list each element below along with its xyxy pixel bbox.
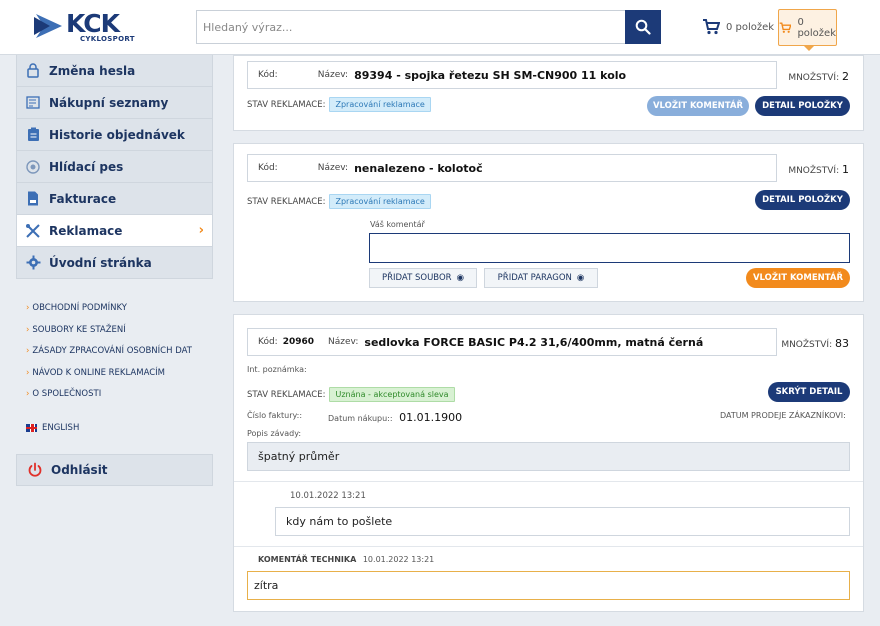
complaint-card-1: Kód: Název: 89394 - spojka řetezu SH SM-…: [233, 55, 864, 131]
uk-flag-icon: [26, 424, 37, 432]
quantity: MNOŽSTVÍ: 83: [781, 337, 849, 350]
sidebar-item-watchdog[interactable]: Hlídací pes: [16, 151, 213, 183]
status-badge: Zpracování reklamace: [329, 194, 431, 209]
defect-description: špatný průměr: [247, 442, 850, 471]
search-button[interactable]: [625, 10, 661, 44]
sidebar-item-label: Hlídací pes: [49, 159, 124, 174]
customer-message: kdy nám to pošlete: [275, 507, 850, 536]
logo-subtext: CYKLOSPORT: [80, 35, 135, 43]
invoice-number-label: Číslo faktury::: [247, 411, 303, 420]
cart-count: 0 položek: [726, 21, 775, 33]
complaint-status: STAV REKLAMACE: Uznána - akceptovaná sle…: [247, 387, 455, 402]
item-detail-button[interactable]: DETAIL POLOŽKY: [755, 190, 850, 210]
logo-mark-icon: [34, 14, 62, 38]
comment-label: Váš komentář: [370, 220, 425, 229]
sale-date-label: DATUM PRODEJE ZÁKAZNÍKOVI:: [720, 411, 846, 420]
cart-count: 0 položek: [797, 16, 836, 39]
link-privacy[interactable]: › ZÁSADY ZPRACOVÁNÍ OSOBNÍCH DAT: [26, 345, 216, 367]
product-code: 20960: [282, 337, 315, 347]
footer-links: › OBCHODNÍ PODMÍNKY › SOUBORY KE STAŽENÍ ›…: [26, 302, 216, 410]
purchase-date-label: Datum nákupu:: 01.01.1900: [328, 411, 463, 424]
gear-icon: [25, 255, 41, 271]
cart-link[interactable]: 0 položek: [702, 17, 774, 37]
sidebar: Změna hesla Nákupní seznamy Historie obj…: [16, 55, 213, 279]
link-online-complaints-guide[interactable]: › NÁVOD K ONLINE REKLAMACÍM: [26, 367, 216, 389]
product-box: Kód: 20960 Název: sedlovka FORCE BASIC P…: [247, 328, 777, 356]
link-terms[interactable]: › OBCHODNÍ PODMÍNKY: [26, 302, 216, 324]
status-badge: Uznána - akceptovaná sleva: [329, 387, 455, 402]
status-badge: Zpracování reklamace: [329, 97, 431, 112]
message-timestamp: 10.01.2022 13:21: [290, 491, 366, 501]
logout-button[interactable]: Odhlásit: [16, 454, 213, 486]
add-comment-button[interactable]: VLOŽIT KOMENTÁŘ: [746, 268, 850, 288]
sidebar-item-label: Nákupní seznamy: [49, 95, 169, 110]
complaint-status: STAV REKLAMACE: Zpracování reklamace: [247, 97, 431, 112]
cart-arrow: [804, 46, 814, 51]
cart-icon: [703, 19, 720, 35]
product-name: nenalezeno - kolotoč: [354, 161, 483, 175]
complaint-card-3: Kód: 20960 Název: sedlovka FORCE BASIC P…: [233, 314, 864, 612]
product-name: sedlovka FORCE BASIC P4.2 31,6/400mm, ma…: [364, 335, 704, 349]
logo[interactable]: KCK CYKLOSPORT: [34, 9, 135, 43]
product-name: 89394 - spojka řetezu SH SM-CN900 11 kol…: [354, 68, 627, 82]
item-detail-button[interactable]: DETAIL POLOŽKY: [755, 96, 850, 116]
complaint-card-2: Kód: Název: nenalezeno - kolotoč MNOŽSTV…: [233, 143, 864, 302]
list-add-icon: [25, 95, 41, 111]
invoice-icon: [25, 191, 41, 207]
sidebar-item-change-password[interactable]: Změna hesla: [16, 55, 213, 87]
sidebar-item-complaints[interactable]: Reklamace ›: [16, 215, 213, 247]
quantity: MNOŽSTVÍ: 2: [788, 70, 849, 83]
internal-note-label: Int. poznámka:: [247, 365, 307, 374]
watchdog-icon: [25, 159, 41, 175]
eye-icon: ◉: [576, 273, 585, 283]
defect-description-label: Popis závady:: [247, 429, 302, 438]
lock-icon: [25, 63, 41, 79]
language-english[interactable]: ENGLISH: [26, 423, 79, 433]
eye-icon: ◉: [456, 273, 464, 283]
cart-icon: [779, 21, 792, 33]
sidebar-item-invoicing[interactable]: Fakturace: [16, 183, 213, 215]
comment-textarea[interactable]: [369, 233, 850, 263]
sidebar-item-label: Historie objednávek: [49, 127, 185, 142]
chevron-right-icon: ›: [198, 223, 204, 238]
tools-icon: [25, 223, 41, 239]
purchase-date: 01.01.1900: [399, 411, 463, 424]
sidebar-item-shopping-lists[interactable]: Nákupní seznamy: [16, 87, 213, 119]
cart-button[interactable]: 0 položek: [778, 9, 837, 51]
clipboard-icon: [25, 127, 41, 143]
quantity: MNOŽSTVÍ: 1: [788, 163, 849, 176]
sidebar-item-label: Změna hesla: [49, 63, 136, 78]
add-file-button[interactable]: PŘIDAT SOUBOR ◉: [369, 268, 477, 288]
sidebar-item-order-history[interactable]: Historie objednávek: [16, 119, 213, 151]
search-bar: [196, 10, 661, 44]
header: KCK CYKLOSPORT 0 položek 0 položek: [0, 0, 880, 55]
link-downloads[interactable]: › SOUBORY KE STAŽENÍ: [26, 324, 216, 346]
sidebar-item-home[interactable]: Úvodní stránka: [16, 247, 213, 279]
product-box: Kód: Název: 89394 - spojka řetezu SH SM-…: [247, 61, 777, 89]
add-receipt-button[interactable]: PŘIDAT PARAGON ◉: [484, 268, 598, 288]
sidebar-item-label: Reklamace: [49, 223, 123, 238]
search-icon: [635, 19, 651, 35]
hide-detail-button[interactable]: SKRÝT DETAIL: [768, 382, 850, 402]
divider: [234, 546, 863, 547]
complaint-status: STAV REKLAMACE: Zpracování reklamace: [247, 194, 431, 209]
product-box: Kód: Název: nenalezeno - kolotoč: [247, 154, 777, 182]
sidebar-item-label: Fakturace: [49, 191, 117, 206]
search-input[interactable]: [197, 11, 627, 43]
power-icon: [28, 462, 42, 477]
logo-text: KCK: [66, 9, 120, 38]
add-comment-button[interactable]: VLOŽIT KOMENTÁŘ: [647, 96, 749, 116]
technician-comment: zítra: [247, 571, 850, 600]
link-about[interactable]: › O SPOLEČNOSTI: [26, 388, 216, 410]
sidebar-item-label: Úvodní stránka: [49, 255, 152, 270]
technician-comment-header: KOMENTÁŘ TECHNIKA 10.01.2022 13:21: [258, 555, 435, 564]
divider: [234, 481, 863, 482]
